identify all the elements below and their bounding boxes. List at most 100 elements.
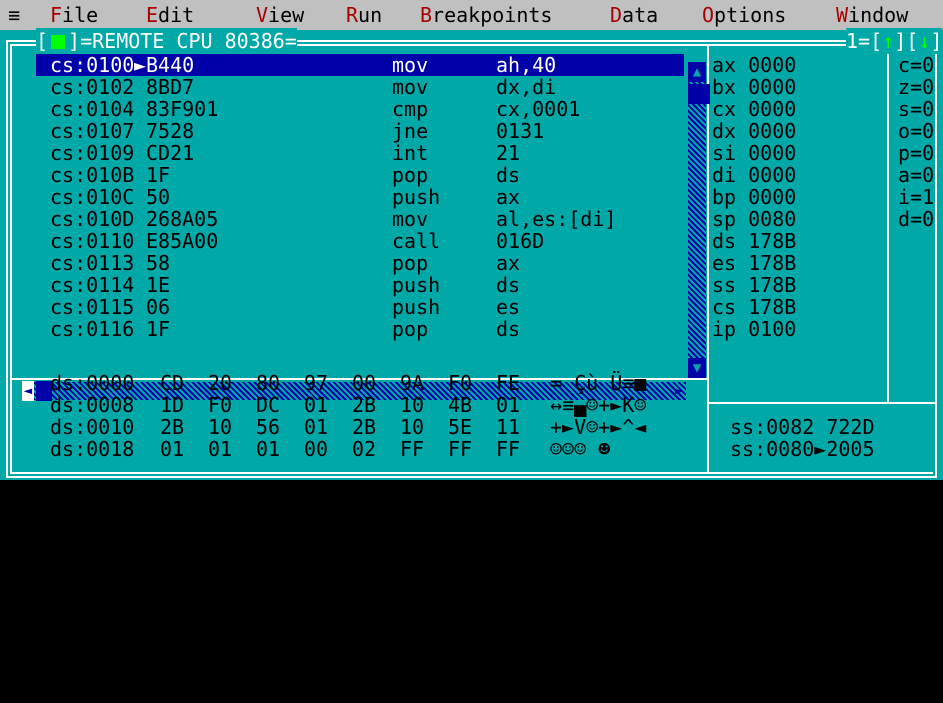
code-row[interactable]: cs:0104 83F901 cmp cx,0001 <box>36 98 684 120</box>
code-row[interactable]: cs:0115 06 push es <box>36 296 684 318</box>
pane-divider-vertical <box>707 46 709 472</box>
scroll-down-arrow-icon[interactable]: ▼ <box>688 358 706 378</box>
register-value: 0000 <box>748 185 797 209</box>
code-row[interactable]: cs:0107 7528 jne 0131 <box>36 120 684 142</box>
frame-line <box>10 44 12 474</box>
register-name: cx <box>712 97 737 121</box>
code-row[interactable]: cs:010B 1F pop ds <box>36 164 684 186</box>
code-bytes: CD21 <box>146 141 195 165</box>
register-name: sp <box>712 207 737 231</box>
frame-line <box>6 476 937 478</box>
scroll-up-arrow-icon[interactable]: ▲ <box>688 62 706 82</box>
dump-row[interactable]: ds:0018 01 01 01 00 02 FF FF FF ☺☺☺ ☻ <box>50 438 690 460</box>
register-row[interactable]: bx 0000 <box>712 76 882 98</box>
code-operands: dx,di <box>496 75 557 99</box>
menu-run[interactable]: Run <box>346 0 382 30</box>
menu-hotkey: B <box>420 3 433 27</box>
code-bytes: 1F <box>146 317 171 341</box>
menu-breakpoints[interactable]: Breakpoints <box>420 0 552 30</box>
code-row[interactable]: cs:0113 58 pop ax <box>36 252 684 274</box>
flag-item[interactable]: o=0 <box>898 120 938 142</box>
menu-hotkey: E <box>146 3 159 27</box>
frame-line <box>6 40 8 478</box>
dump-byte: 97 <box>304 371 329 395</box>
menu-data[interactable]: Data <box>610 0 658 30</box>
code-bytes: 83F901 <box>146 97 219 121</box>
dump-row[interactable]: ds:0000 CD 20 80 97 00 9A F0 FE = Çù Ü≡■ <box>50 372 690 394</box>
register-name: si <box>712 141 737 165</box>
window-title-bar: []=REMOTE CPU 80386= <box>36 28 297 54</box>
flag-item[interactable]: z=0 <box>898 76 938 98</box>
menu-window[interactable]: Window <box>836 0 908 30</box>
dump-byte: 10 <box>400 415 425 439</box>
window-number: 1 <box>846 29 859 53</box>
code-mnemonic: pop <box>392 251 429 275</box>
code-row-selected[interactable]: cs:0100 ► B440 mov ah,40 <box>36 54 684 76</box>
menu-edit[interactable]: Edit <box>146 0 194 30</box>
zoom-down-icon[interactable]: ↓ <box>918 29 930 53</box>
flag-item[interactable]: d=0 <box>898 208 938 230</box>
code-bytes: 06 <box>146 295 171 319</box>
menu-hotkey: O <box>702 3 715 27</box>
code-vertical-scrollbar[interactable]: ▲ ▼ <box>688 62 710 378</box>
code-address: cs:0107 <box>50 119 135 143</box>
register-value: 0000 <box>748 141 797 165</box>
register-row[interactable]: ds 178B <box>712 230 882 252</box>
dump-address: ds:0000 <box>50 371 135 395</box>
code-address: cs:0102 <box>50 75 135 99</box>
stack-value: 2005 <box>826 437 875 461</box>
code-mnemonic: int <box>392 141 429 165</box>
code-bytes: B440 <box>146 53 195 77</box>
register-row[interactable]: si 0000 <box>712 142 882 164</box>
dump-ascii: +►V☺+►^◄ <box>550 415 647 439</box>
close-box[interactable]: [] <box>36 28 80 54</box>
register-row[interactable]: ss 178B <box>712 274 882 296</box>
dump-byte: 2B <box>352 393 377 417</box>
scroll-thumb[interactable] <box>688 84 710 104</box>
menu-hotkey: V <box>256 3 269 27</box>
menu-file[interactable]: File <box>50 0 98 30</box>
code-row[interactable]: cs:0114 1E push ds <box>36 274 684 296</box>
system-menu-icon[interactable]: ≡ <box>8 0 20 30</box>
code-row[interactable]: cs:0110 E85A00 call 016D <box>36 230 684 252</box>
stack-row[interactable]: ss:0080►2005 <box>730 438 930 460</box>
register-row[interactable]: ax 0000 <box>712 54 882 76</box>
code-row[interactable]: cs:010C 50 push ax <box>36 186 684 208</box>
register-row[interactable]: sp 0080 <box>712 208 882 230</box>
code-bytes: 1F <box>146 163 171 187</box>
dump-row[interactable]: ds:0008 1D F0 DC 01 2B 10 4B 01 ↔≡▄☺+►K☺ <box>50 394 690 416</box>
register-row[interactable]: cx 0000 <box>712 98 882 120</box>
flag-item[interactable]: c=0 <box>898 54 938 76</box>
code-bytes: 50 <box>146 185 171 209</box>
scroll-left-arrow-icon[interactable]: ◄ <box>22 381 34 401</box>
code-row[interactable]: cs:0102 8BD7 mov dx,di <box>36 76 684 98</box>
stack-row[interactable]: ss:0082 722D <box>730 416 930 438</box>
register-row[interactable]: bp 0000 <box>712 186 882 208</box>
register-row[interactable]: cs 178B <box>712 296 882 318</box>
register-name: ip <box>712 317 737 341</box>
register-row[interactable]: di 0000 <box>712 164 882 186</box>
dump-byte: F0 <box>208 393 233 417</box>
zoom-up-icon[interactable]: ↑ <box>882 29 894 53</box>
menu-view[interactable]: View <box>256 0 304 30</box>
dump-byte: 9A <box>400 371 425 395</box>
code-mnemonic: pop <box>392 317 429 341</box>
flag-item[interactable]: p=0 <box>898 142 938 164</box>
code-row[interactable]: cs:0116 1F pop ds <box>36 318 684 340</box>
register-value: 178B <box>748 229 797 253</box>
register-row[interactable]: es 178B <box>712 252 882 274</box>
flag-item[interactable]: a=0 <box>898 164 938 186</box>
code-address: cs:0100 <box>50 53 135 77</box>
code-address: cs:0115 <box>50 295 135 319</box>
code-row[interactable]: cs:0109 CD21 int 21 <box>36 142 684 164</box>
code-mnemonic: push <box>392 185 441 209</box>
flag-item[interactable]: i=1 <box>898 186 938 208</box>
window-title: =REMOTE CPU 80386= <box>80 29 297 53</box>
menu-options[interactable]: Options <box>702 0 786 30</box>
register-row[interactable]: ip 0100 <box>712 318 882 340</box>
register-row[interactable]: dx 0000 <box>712 120 882 142</box>
flag-item[interactable]: s=0 <box>898 98 938 120</box>
dump-row[interactable]: ds:0010 2B 10 56 01 2B 10 5E 11 +►V☺+►^◄ <box>50 416 690 438</box>
code-row[interactable]: cs:010D 268A05 mov al,es:[di] <box>36 208 684 230</box>
code-operands: ds <box>496 163 521 187</box>
